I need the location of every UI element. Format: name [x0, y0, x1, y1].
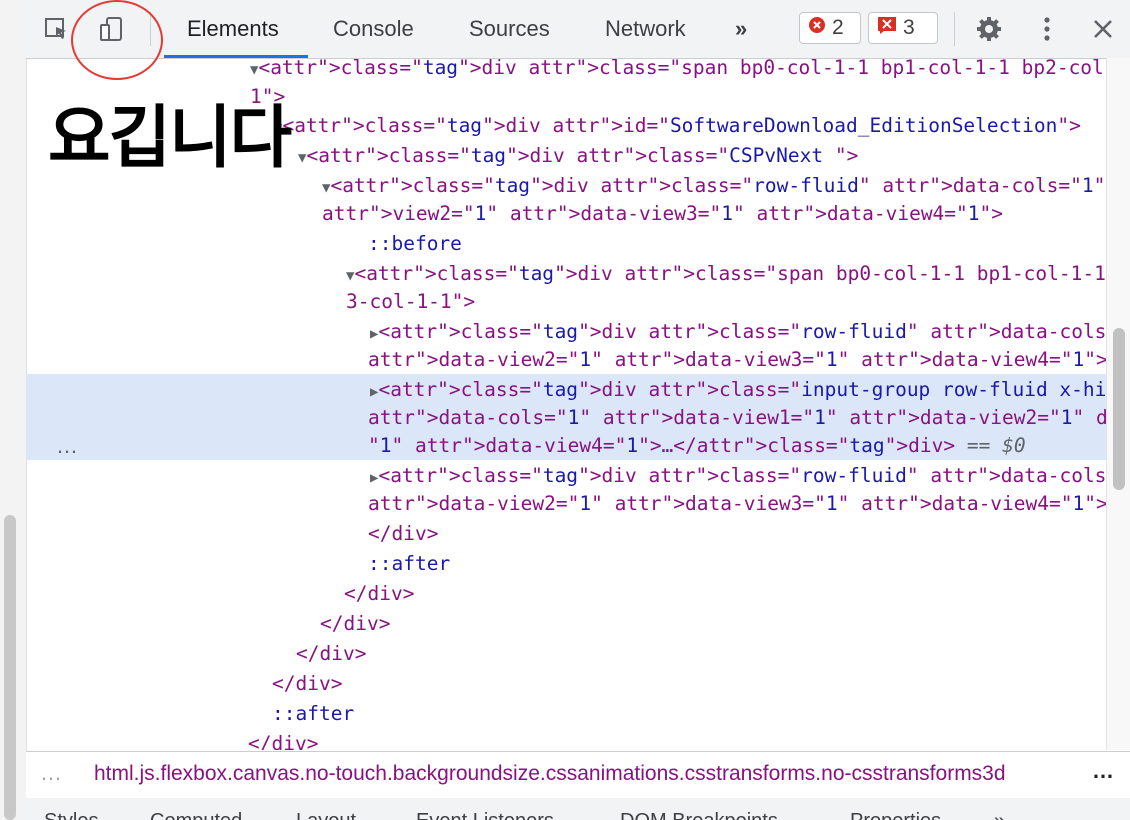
page-edge: [0, 0, 27, 820]
pseudo-before[interactable]: ::before: [368, 229, 462, 258]
inspect-element-icon[interactable]: [42, 14, 72, 44]
breadcrumb-html[interactable]: html.js.flexbox.canvas.no-touch.backgrou…: [94, 762, 1080, 786]
dom-node-cont: attr">data-cols="1" attr">data-view1="1"…: [368, 403, 1106, 432]
node-text: <attr">class="tag">div attr">id="Softwar…: [282, 114, 1081, 137]
node-text: <attr">class="tag">div attr">class="row-…: [330, 174, 1106, 197]
node-text: <attr">class="tag">div attr">class="row-…: [378, 320, 1106, 343]
console-ref-eq: ==: [966, 434, 991, 457]
more-sidebar-tabs[interactable]: »: [994, 810, 1005, 820]
devtools-toolbar: Elements Console Sources Network » 2 3: [26, 0, 1130, 59]
breadcrumb-scroll-right[interactable]: …: [1092, 758, 1114, 784]
node-text: 3-col-1-1">: [346, 290, 476, 313]
tab-network[interactable]: Network: [605, 16, 686, 42]
dom-node-cont: "1" attr">data-view4="1">…</attr">class=…: [368, 431, 1026, 460]
closing-tag[interactable]: </div>: [368, 519, 438, 548]
tab-computed[interactable]: Computed: [150, 810, 242, 820]
issues-count-badge[interactable]: 3: [868, 12, 938, 44]
more-options-icon[interactable]: [1032, 14, 1062, 44]
node-text: <attr">class="tag">div attr">class="CSPv…: [306, 144, 859, 167]
korean-overlay-text: 요깁니다: [48, 99, 292, 178]
tab-event-listeners[interactable]: Event Listeners: [416, 810, 554, 820]
dom-node-cont: 3-col-1-1">: [346, 287, 475, 316]
node-actions-button[interactable]: …: [56, 433, 79, 459]
vertical-scrollbar[interactable]: [1106, 58, 1130, 750]
closing-tag[interactable]: </div>: [296, 639, 366, 668]
dom-node-cont: attr">view2="1" attr">data-view3="1" att…: [322, 199, 1003, 228]
issue-flag-icon: [877, 16, 897, 40]
dom-node[interactable]: ▼<attr">class="tag">div attr">class="spa…: [250, 58, 1106, 85]
closing-tag[interactable]: </div>: [320, 609, 390, 638]
settings-gear-icon[interactable]: [974, 14, 1004, 44]
node-text: <attr">class="tag">div attr">class="inpu…: [378, 378, 1106, 401]
page-scroll-thumb[interactable]: [4, 515, 16, 820]
dom-node-cont: attr">data-view2="1" attr">data-view3="1…: [368, 489, 1106, 518]
separator: [954, 12, 955, 46]
tab-console[interactable]: Console: [333, 16, 414, 42]
sidebar-tabs: Styles Computed Layout Event Listeners D…: [26, 798, 1130, 820]
tab-elements[interactable]: Elements: [187, 16, 279, 42]
node-text: "1" attr">data-view4="1">…</attr">class=…: [368, 434, 956, 457]
node-text: <attr">class="tag">div attr">class="span…: [258, 58, 1106, 79]
error-count-badge[interactable]: 2: [799, 12, 861, 44]
scrollbar-thumb[interactable]: [1113, 328, 1125, 490]
pseudo-after[interactable]: ::after: [272, 699, 354, 728]
close-icon[interactable]: [1088, 14, 1118, 44]
error-icon: [808, 16, 826, 40]
more-tabs-button[interactable]: »: [735, 16, 747, 42]
pseudo-after[interactable]: ::after: [368, 549, 450, 578]
console-ref-var: $0: [1002, 434, 1026, 457]
tab-styles[interactable]: Styles: [44, 810, 98, 820]
tab-properties[interactable]: Properties: [850, 810, 941, 820]
breadcrumb-scroll-left[interactable]: …: [40, 760, 62, 786]
tab-layout[interactable]: Layout: [296, 810, 356, 820]
closing-tag[interactable]: </div>: [272, 669, 342, 698]
breadcrumb-bar: … html.js.flexbox.canvas.no-touch.backgr…: [26, 751, 1130, 799]
node-text: <attr">class="tag">div attr">class="row-…: [378, 464, 1106, 487]
node-text: attr">data-cols="1" attr">data-view1="1"…: [368, 406, 1106, 429]
error-count: 2: [832, 16, 844, 39]
closing-tag[interactable]: </div>: [344, 579, 414, 608]
node-text: attr">data-view2="1" attr">data-view3="1…: [368, 348, 1106, 371]
dom-node[interactable]: ▼<attr">class="tag">div attr">class="CSP…: [298, 141, 858, 173]
node-text: attr">view2="1" attr">data-view3="1" att…: [322, 202, 1004, 225]
node-text: <attr">class="tag">div attr">class="span…: [354, 262, 1106, 285]
tab-sources[interactable]: Sources: [469, 16, 550, 42]
issue-count: 3: [903, 16, 915, 39]
node-text: attr">data-view2="1" attr">data-view3="1…: [368, 492, 1106, 515]
tab-dom-breakpoints[interactable]: DOM Breakpoints: [620, 810, 778, 820]
dom-node-cont: attr">data-view2="1" attr">data-view3="1…: [368, 345, 1106, 374]
dom-node[interactable]: ▼<attr">class="tag">div attr">id="Softwa…: [274, 111, 1081, 143]
closing-tag[interactable]: </div>: [248, 729, 318, 750]
